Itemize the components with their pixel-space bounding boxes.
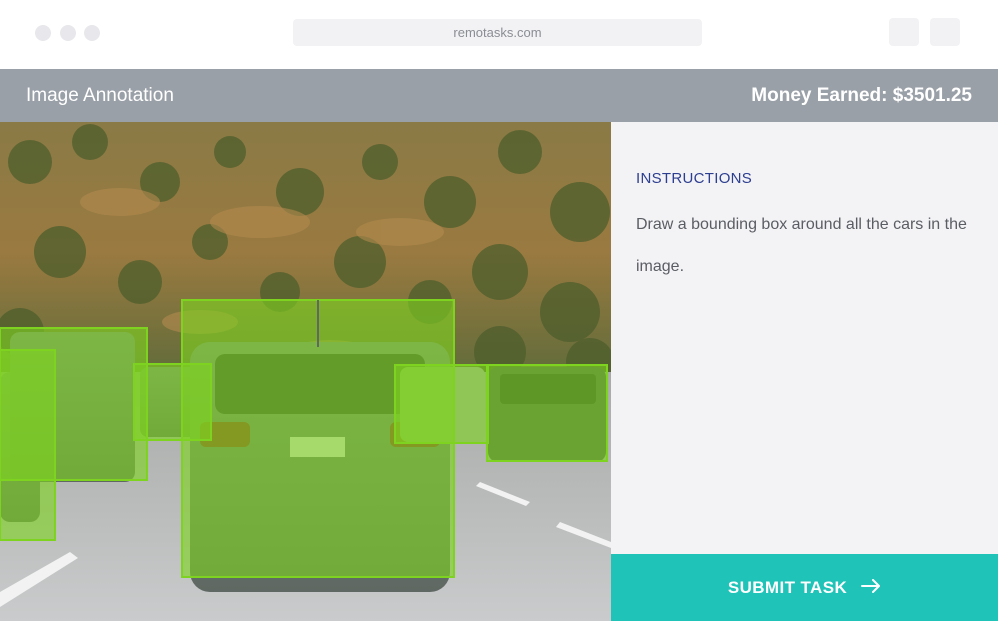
annotation-canvas[interactable] xyxy=(0,122,611,621)
browser-action-button[interactable] xyxy=(889,18,919,46)
browser-action-button[interactable] xyxy=(930,18,960,46)
window-minimize-dot[interactable] xyxy=(60,25,76,41)
submit-task-button[interactable]: SUBMIT TASK xyxy=(611,554,998,621)
money-earned: Money Earned: $3501.25 xyxy=(751,85,972,106)
bounding-box xyxy=(0,327,148,481)
instructions-panel: INSTRUCTIONS Draw a bounding box around … xyxy=(611,122,998,554)
window-close-dot[interactable] xyxy=(35,25,51,41)
app-header: Image Annotation Money Earned: $3501.25 xyxy=(0,69,998,122)
bounding-box xyxy=(394,364,489,444)
address-bar[interactable]: remotasks.com xyxy=(293,19,702,46)
window-maximize-dot[interactable] xyxy=(84,25,100,41)
page-title: Image Annotation xyxy=(26,85,174,106)
bounding-box xyxy=(486,364,608,462)
arrow-right-icon xyxy=(861,578,881,598)
submit-task-label: SUBMIT TASK xyxy=(727,577,848,597)
browser-chrome: remotasks.com xyxy=(0,0,998,69)
instructions-heading: INSTRUCTIONS xyxy=(636,170,753,187)
instructions-text: Draw a bounding box around all the cars … xyxy=(636,216,967,275)
